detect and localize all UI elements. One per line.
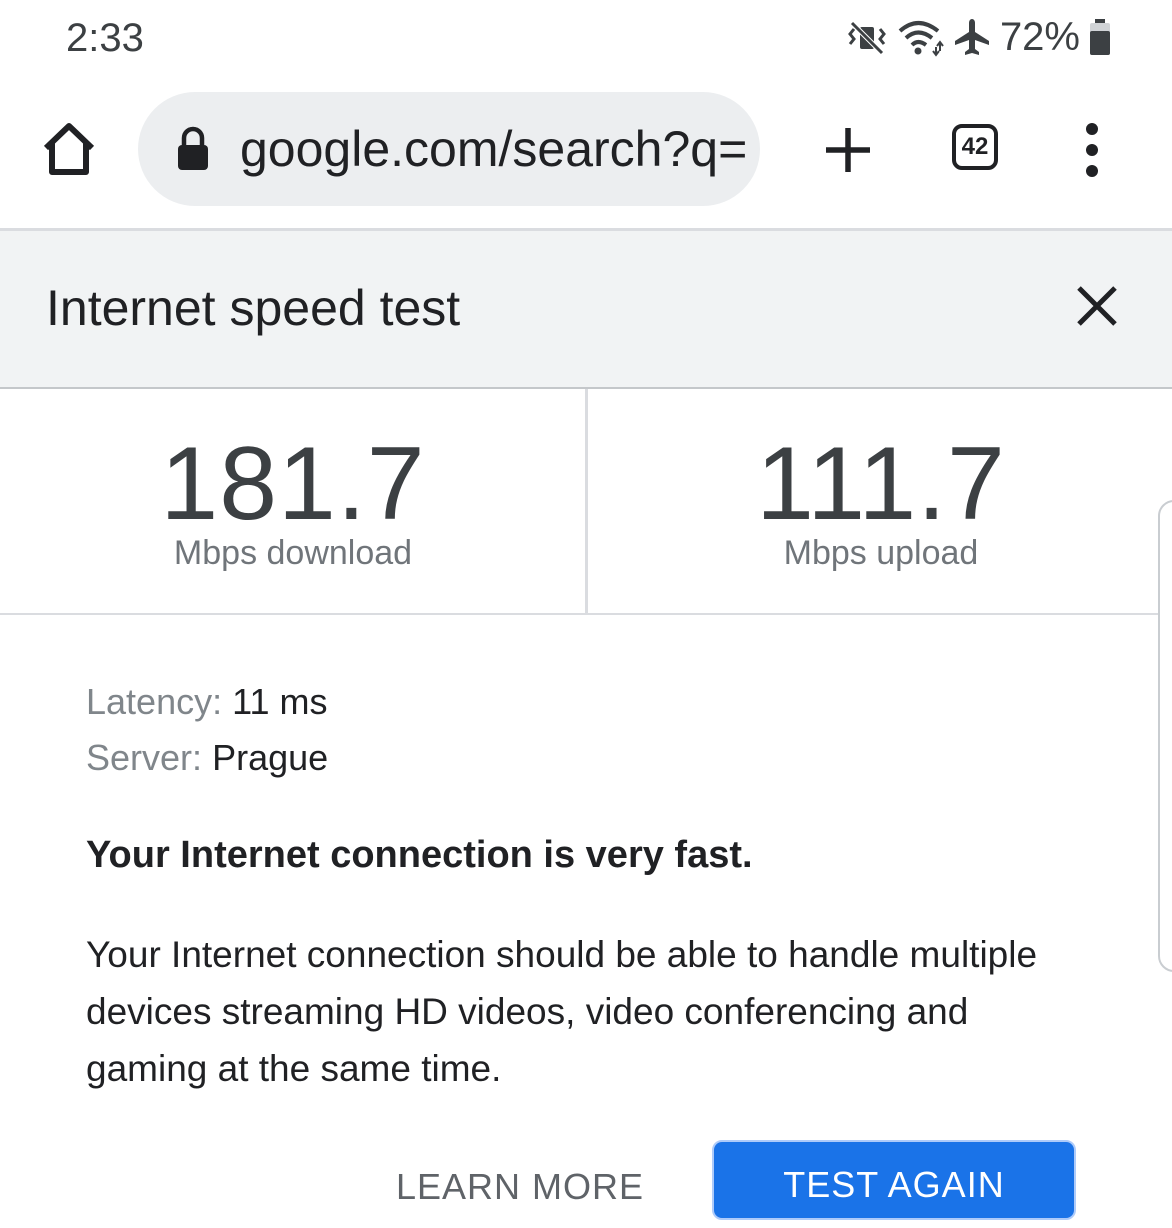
latency-value: 11 ms bbox=[232, 681, 328, 722]
download-speed-value: 181.7 bbox=[160, 426, 426, 542]
url-text: google.com/search?q= bbox=[240, 121, 748, 177]
more-vert-icon bbox=[1086, 123, 1098, 177]
tab-switcher-button[interactable]: 42 bbox=[952, 124, 1004, 176]
status-time: 2:33 bbox=[66, 16, 144, 60]
lock-icon bbox=[178, 126, 208, 170]
status-icons: 72% bbox=[848, 12, 1112, 62]
speed-test-title: Internet speed test bbox=[46, 280, 461, 336]
tab-count: 42 bbox=[961, 133, 989, 160]
server-value: Prague bbox=[212, 737, 329, 778]
upload-speed-value: 111.7 bbox=[756, 426, 1006, 542]
wifi-icon bbox=[898, 21, 944, 57]
address-bar[interactable]: google.com/search?q= bbox=[138, 92, 760, 206]
server-row: Server: Prague bbox=[86, 736, 328, 780]
download-speed-label: Mbps download bbox=[173, 534, 413, 572]
speed-description: Your Internet connection should be able … bbox=[86, 934, 1038, 1089]
test-again-button[interactable]: TEST AGAIN bbox=[712, 1140, 1076, 1220]
speed-results: 181.7 Mbps download 111.7 Mbps upload bbox=[0, 389, 1172, 615]
latency-key: Latency: bbox=[86, 681, 223, 722]
browser-toolbar: google.com/search?q= 42 bbox=[0, 76, 1172, 226]
speed-test-header: Internet speed test bbox=[0, 231, 1172, 389]
close-button[interactable] bbox=[1072, 281, 1122, 331]
battery-percent: 72% bbox=[999, 15, 1080, 59]
server-key: Server: bbox=[86, 737, 203, 778]
battery-icon bbox=[1090, 19, 1110, 55]
upload-speed-label: Mbps upload bbox=[783, 534, 979, 572]
vibrate-mute-icon bbox=[848, 21, 886, 55]
airplane-mode-icon bbox=[954, 19, 989, 55]
scroll-handle[interactable] bbox=[1158, 500, 1172, 972]
menu-button[interactable] bbox=[1076, 120, 1108, 180]
plus-icon bbox=[826, 128, 870, 172]
new-tab-button[interactable] bbox=[820, 122, 876, 178]
speed-verdict: Your Internet connection is very fast. bbox=[86, 834, 753, 876]
home-button[interactable] bbox=[38, 118, 100, 180]
latency-row: Latency: 11 ms bbox=[86, 680, 327, 724]
tab-switcher-icon: 42 bbox=[952, 124, 998, 170]
learn-more-button[interactable]: LEARN MORE bbox=[370, 1162, 670, 1222]
close-icon bbox=[1077, 286, 1117, 326]
home-icon bbox=[43, 123, 95, 175]
